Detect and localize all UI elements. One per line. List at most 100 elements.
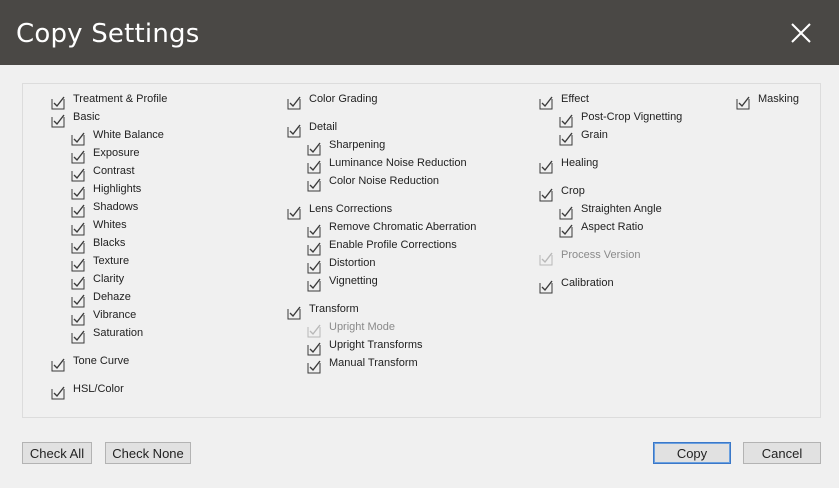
option-label: Whites xyxy=(93,219,127,231)
option-label: Masking xyxy=(758,93,799,105)
option-transform[interactable]: Transform xyxy=(287,303,359,320)
option-vignetting[interactable]: Vignetting xyxy=(307,275,378,292)
checkmark-icon xyxy=(287,206,301,220)
option-label: Straighten Angle xyxy=(581,203,662,215)
checkmark-icon xyxy=(307,260,321,274)
option-straighten-angle[interactable]: Straighten Angle xyxy=(559,203,662,220)
option-label: Luminance Noise Reduction xyxy=(329,157,467,169)
option-label: Upright Mode xyxy=(329,321,396,333)
title-bar: Copy Settings xyxy=(0,0,839,65)
option-label: Detail xyxy=(309,121,338,133)
option-label: Color Noise Reduction xyxy=(329,175,440,187)
option-saturation[interactable]: Saturation xyxy=(71,327,144,344)
checkmark-icon xyxy=(71,204,85,218)
option-label: Texture xyxy=(93,255,130,267)
option-healing[interactable]: Healing xyxy=(539,157,598,174)
option-effect[interactable]: Effect xyxy=(539,93,589,110)
checkmark-icon xyxy=(307,278,321,292)
checkmark-icon xyxy=(539,160,553,174)
checkmark-icon xyxy=(539,188,553,202)
option-exposure[interactable]: Exposure xyxy=(71,147,140,164)
checkmark-icon xyxy=(559,224,573,238)
checkmark-icon xyxy=(307,324,321,338)
option-label: Upright Transforms xyxy=(329,339,423,351)
checkmark-icon xyxy=(71,330,85,344)
checkmark-icon xyxy=(559,206,573,220)
option-label: Vignetting xyxy=(329,275,378,287)
option-blacks[interactable]: Blacks xyxy=(71,237,126,254)
checkmark-icon xyxy=(51,386,65,400)
option-label: Treatment & Profile xyxy=(73,93,168,105)
option-dehaze[interactable]: Dehaze xyxy=(71,291,131,308)
option-manual-transform[interactable]: Manual Transform xyxy=(307,357,418,374)
option-label: Tone Curve xyxy=(73,355,130,367)
checkmark-icon xyxy=(71,150,85,164)
settings-panel: Treatment & Profile Basic White Balance Exp… xyxy=(22,83,821,418)
option-whites[interactable]: Whites xyxy=(71,219,127,236)
option-luminance-noise-reduction[interactable]: Luminance Noise Reduction xyxy=(307,157,467,174)
option-label: Crop xyxy=(561,185,585,197)
checkmark-icon xyxy=(307,360,321,374)
option-label: Enable Profile Corrections xyxy=(329,239,457,251)
option-tone-curve[interactable]: Tone Curve xyxy=(51,355,130,372)
option-label: Exposure xyxy=(93,147,140,159)
option-contrast[interactable]: Contrast xyxy=(71,165,135,182)
check-none-button[interactable]: Check None xyxy=(105,442,191,464)
option-label: Contrast xyxy=(93,165,135,177)
option-texture[interactable]: Texture xyxy=(71,255,130,272)
option-label: Transform xyxy=(309,303,359,315)
checkmark-icon xyxy=(736,96,750,110)
checkmark-icon xyxy=(287,306,301,320)
option-label: Grain xyxy=(581,129,608,141)
option-grain[interactable]: Grain xyxy=(559,129,608,146)
option-highlights[interactable]: Highlights xyxy=(71,183,141,200)
copy-button[interactable]: Copy xyxy=(653,442,731,464)
option-lens-corrections[interactable]: Lens Corrections xyxy=(287,203,393,220)
checkmark-icon xyxy=(71,276,85,290)
option-label: Lens Corrections xyxy=(309,203,393,215)
option-clarity[interactable]: Clarity xyxy=(71,273,125,290)
checkmark-icon xyxy=(559,114,573,128)
checkmark-icon xyxy=(307,242,321,256)
option-color-grading[interactable]: Color Grading xyxy=(287,93,377,110)
checkmark-icon xyxy=(539,280,553,294)
checkmark-icon xyxy=(51,358,65,372)
option-remove-chromatic-aberration[interactable]: Remove Chromatic Aberration xyxy=(307,221,476,238)
option-distortion[interactable]: Distortion xyxy=(307,257,375,274)
option-shadows[interactable]: Shadows xyxy=(71,201,138,218)
option-post-crop-vignetting[interactable]: Post-Crop Vignetting xyxy=(559,111,683,128)
option-upright-transforms[interactable]: Upright Transforms xyxy=(307,339,423,356)
checkmark-icon xyxy=(71,294,85,308)
option-sharpening[interactable]: Sharpening xyxy=(307,139,385,156)
close-icon[interactable] xyxy=(786,18,816,48)
option-label: Clarity xyxy=(93,273,125,285)
option-label: HSL/Color xyxy=(73,383,124,395)
checkmark-icon xyxy=(71,168,85,182)
check-all-button[interactable]: Check All xyxy=(22,442,92,464)
option-color-noise-reduction[interactable]: Color Noise Reduction xyxy=(307,175,440,192)
checkmark-icon xyxy=(71,222,85,236)
option-calibration[interactable]: Calibration xyxy=(539,277,614,294)
option-masking[interactable]: Masking xyxy=(736,93,799,110)
option-label: Blacks xyxy=(93,237,126,249)
checkmark-icon xyxy=(307,342,321,356)
option-white-balance[interactable]: White Balance xyxy=(71,129,164,146)
option-aspect-ratio[interactable]: Aspect Ratio xyxy=(559,221,643,238)
option-label: Saturation xyxy=(93,327,144,339)
option-vibrance[interactable]: Vibrance xyxy=(71,309,136,326)
option-enable-profile-corrections[interactable]: Enable Profile Corrections xyxy=(307,239,457,256)
cancel-button[interactable]: Cancel xyxy=(743,442,821,464)
option-detail[interactable]: Detail xyxy=(287,121,338,138)
option-upright-mode: Upright Mode xyxy=(307,321,396,338)
option-label: Dehaze xyxy=(93,291,131,303)
option-process-version: Process Version xyxy=(539,249,640,266)
checkmark-icon xyxy=(51,96,65,110)
option-label: Post-Crop Vignetting xyxy=(581,111,683,123)
option-label: Basic xyxy=(73,111,100,123)
option-treatment-profile[interactable]: Treatment & Profile xyxy=(51,93,168,110)
option-hsl-color[interactable]: HSL/Color xyxy=(51,383,124,400)
option-crop[interactable]: Crop xyxy=(539,185,585,202)
checkmark-icon xyxy=(71,132,85,146)
checkmark-icon xyxy=(51,114,65,128)
option-basic[interactable]: Basic xyxy=(51,111,100,128)
